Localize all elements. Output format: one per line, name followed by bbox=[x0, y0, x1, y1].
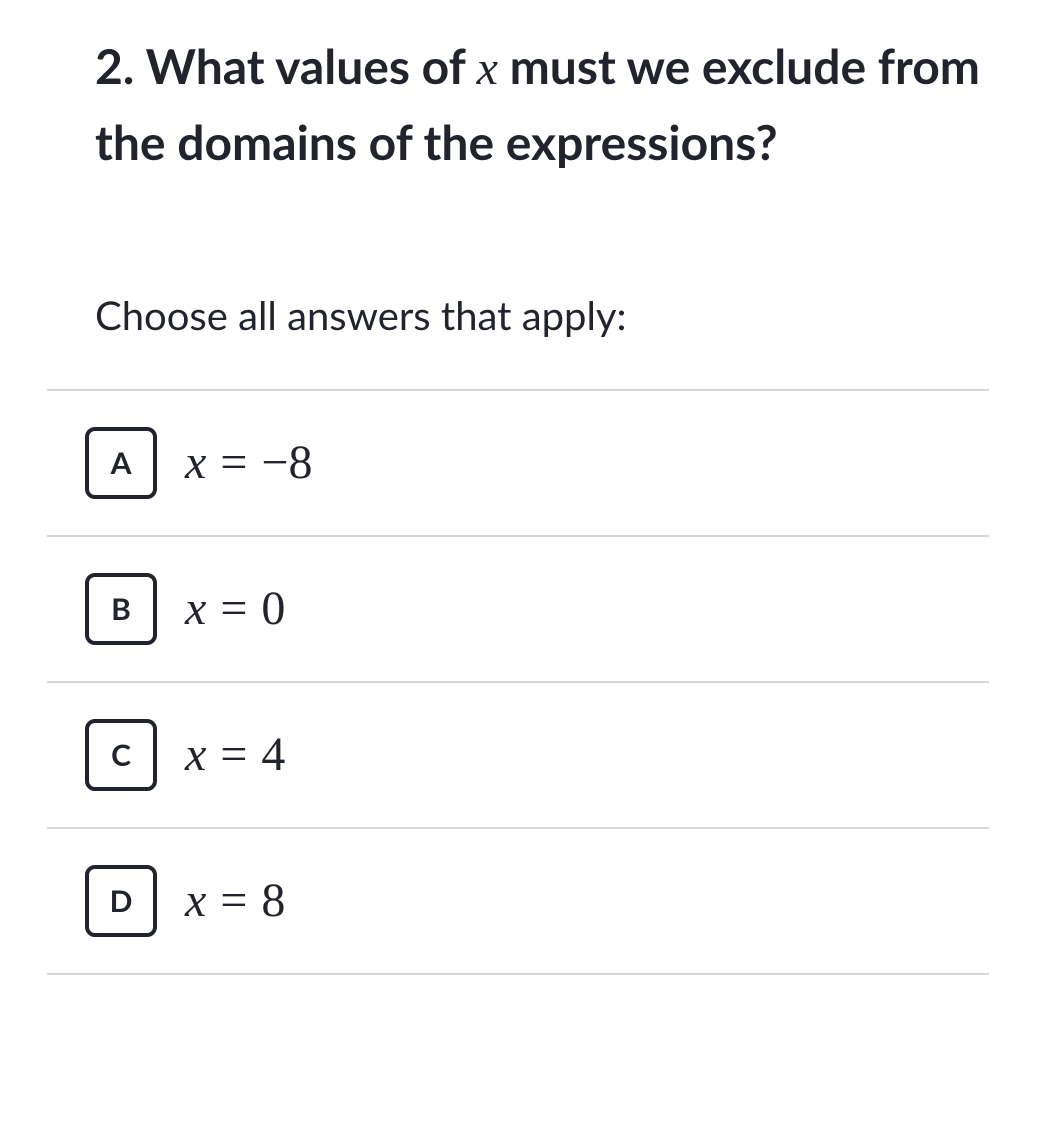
option-math-c: x = 4 bbox=[185, 727, 285, 782]
option-math-d: x = 8 bbox=[185, 873, 285, 928]
math-equals: = bbox=[220, 581, 247, 636]
option-letter: A bbox=[111, 445, 132, 481]
option-box-d[interactable]: D bbox=[85, 865, 157, 937]
answer-option-a[interactable]: A x = −8 bbox=[47, 389, 989, 535]
math-value: 8 bbox=[261, 873, 285, 928]
math-variable: x bbox=[185, 581, 206, 636]
answer-list: A x = −8 B x = 0 C x = bbox=[47, 389, 989, 975]
option-box-a[interactable]: A bbox=[85, 427, 157, 499]
option-box-c[interactable]: C bbox=[85, 719, 157, 791]
math-variable: x bbox=[185, 435, 206, 490]
question-container: 2. What values of x must we exclude from… bbox=[45, 30, 989, 975]
option-letter: C bbox=[111, 737, 131, 773]
question-title: 2. What values of x must we exclude from… bbox=[95, 30, 989, 181]
math-equals: = bbox=[220, 727, 247, 782]
math-equals: = bbox=[220, 873, 247, 928]
option-box-b[interactable]: B bbox=[85, 573, 157, 645]
option-letter: D bbox=[110, 883, 133, 919]
math-value: 4 bbox=[261, 727, 285, 782]
math-value: 0 bbox=[261, 581, 285, 636]
answer-option-b[interactable]: B x = 0 bbox=[47, 535, 989, 681]
option-math-a: x = −8 bbox=[185, 435, 312, 490]
math-value: −8 bbox=[261, 435, 312, 490]
math-variable: x bbox=[185, 727, 206, 782]
answer-option-c[interactable]: C x = 4 bbox=[47, 681, 989, 827]
question-number: 2. bbox=[95, 38, 134, 95]
math-variable: x bbox=[185, 873, 206, 928]
answer-option-d[interactable]: D x = 8 bbox=[47, 827, 989, 975]
question-text-part1: What values of bbox=[146, 38, 477, 95]
math-equals: = bbox=[220, 435, 247, 490]
question-variable: x bbox=[477, 42, 498, 95]
option-math-b: x = 0 bbox=[185, 581, 285, 636]
option-letter: B bbox=[111, 591, 131, 627]
instruction-text: Choose all answers that apply: bbox=[95, 291, 989, 339]
